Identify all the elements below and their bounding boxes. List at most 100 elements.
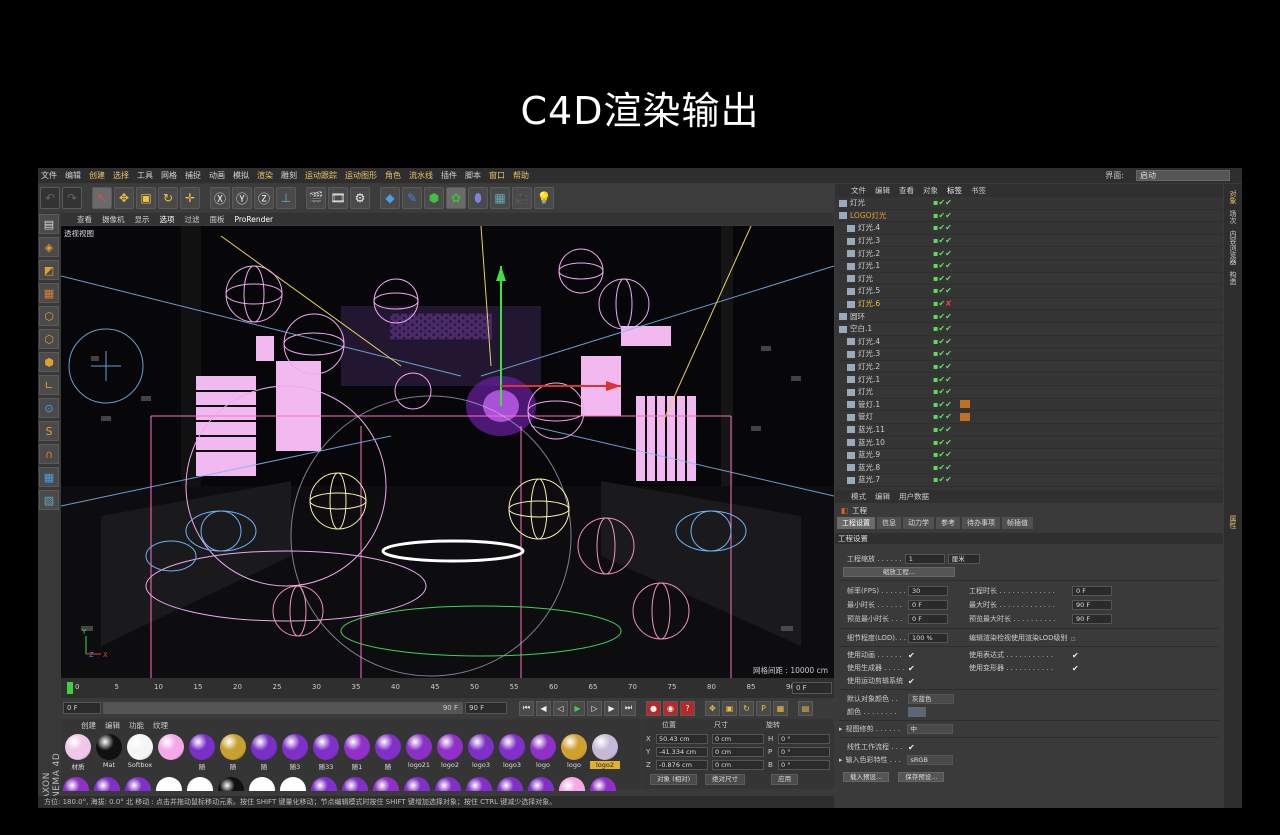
- object-menu-edit[interactable]: 编辑: [875, 185, 890, 196]
- menu-item-mesh[interactable]: 网格: [161, 170, 177, 181]
- scale-field[interactable]: 1: [904, 554, 945, 564]
- floor-icon[interactable]: ▦: [490, 187, 510, 209]
- material-preview[interactable]: [373, 777, 399, 791]
- material-item[interactable]: 随33: [311, 734, 341, 774]
- object-row[interactable]: 灯光.4 ▪✔✔: [839, 336, 1223, 349]
- attr-menu-edit[interactable]: 编辑: [875, 491, 890, 502]
- rotation-h-field[interactable]: 0 °: [778, 734, 830, 744]
- material-preview[interactable]: [404, 777, 430, 791]
- menu-item-animate[interactable]: 动画: [209, 170, 225, 181]
- visibility-checks[interactable]: ▪✔✔: [933, 387, 957, 396]
- key-parameter-icon[interactable]: P: [756, 700, 771, 716]
- material-item[interactable]: 随3: [280, 734, 310, 774]
- visibility-checks[interactable]: ▪✔✔: [933, 450, 957, 459]
- default-color-dropdown[interactable]: 灰蓝色: [908, 694, 954, 704]
- viewport-menu-camera[interactable]: 摄像机: [102, 214, 125, 225]
- object-row[interactable]: 灯光.1 ▪✔✔: [839, 373, 1223, 386]
- auto-key-icon[interactable]: ◉: [663, 700, 678, 716]
- object-row[interactable]: 蓝光.8 ▪✔✔: [839, 461, 1223, 475]
- visibility-checks[interactable]: ▪✔✔: [933, 198, 957, 207]
- material-item[interactable]: logo3: [497, 734, 527, 774]
- material-preview[interactable]: [280, 777, 306, 791]
- fps-field[interactable]: 30: [908, 586, 948, 596]
- start-frame-field[interactable]: 0 F: [63, 702, 101, 714]
- menu-item-script[interactable]: 脚本: [465, 170, 481, 181]
- object-row[interactable]: 空白.1 ▪✔✔: [839, 323, 1223, 336]
- edges-mode-icon[interactable]: ⬡: [39, 329, 59, 349]
- record-icon[interactable]: ●: [646, 700, 661, 716]
- pen-icon[interactable]: ✎: [402, 187, 422, 209]
- render-settings-icon[interactable]: ⚙: [350, 187, 370, 209]
- material-item[interactable]: logo21: [404, 734, 434, 774]
- prev-key-icon[interactable]: ◀: [536, 700, 551, 716]
- menu-item-motion-tracking[interactable]: 运动跟踪: [305, 170, 337, 181]
- light-icon[interactable]: 💡: [534, 187, 554, 209]
- menu-item-render[interactable]: 渲染: [257, 170, 273, 181]
- material-item[interactable]: logo: [528, 734, 558, 774]
- visibility-checks[interactable]: ▪✔✔: [933, 425, 957, 434]
- make-editable-icon[interactable]: ▤: [39, 214, 59, 234]
- x-axis-icon[interactable]: Ⓧ: [210, 187, 230, 209]
- tab-project-settings[interactable]: 工程设置: [837, 517, 875, 529]
- scale-icon[interactable]: ▣: [136, 187, 156, 209]
- viewport-menu-display[interactable]: 显示: [135, 214, 150, 225]
- menu-item-select[interactable]: 选择: [113, 170, 129, 181]
- preview-max-field[interactable]: 90 F: [1072, 614, 1112, 624]
- menu-item-tools[interactable]: 工具: [137, 170, 153, 181]
- material-item[interactable]: logo2: [590, 734, 620, 774]
- rotation-b-field[interactable]: 0 °: [778, 760, 830, 770]
- use-deformer-checkbox[interactable]: ✔: [1072, 664, 1079, 673]
- rotation-p-field[interactable]: 0 °: [778, 747, 830, 757]
- key-position-icon[interactable]: ✥: [705, 700, 720, 716]
- menu-item-help[interactable]: 帮助: [513, 170, 529, 181]
- object-menu-file[interactable]: 文件: [851, 185, 866, 196]
- visibility-checks[interactable]: ▪✔✔: [933, 400, 957, 409]
- playhead[interactable]: [67, 682, 73, 694]
- load-preset-button[interactable]: 载入预设...: [843, 772, 890, 782]
- project-time-field[interactable]: 0 F: [1072, 586, 1112, 596]
- timeline-window-icon[interactable]: ▤: [798, 700, 813, 716]
- keyframe-selection-icon[interactable]: ?: [680, 700, 695, 716]
- viewport-menu-options[interactable]: 选项: [160, 214, 175, 225]
- menu-item-file[interactable]: 文件: [41, 170, 57, 181]
- position-z-field[interactable]: -0.876 cm: [656, 760, 708, 770]
- object-menu-bookmarks[interactable]: 书签: [971, 185, 986, 196]
- material-preview[interactable]: [559, 777, 585, 791]
- tab-content-browser[interactable]: 内容浏览器: [1228, 230, 1238, 265]
- size-x-field[interactable]: 0 cm: [712, 734, 764, 744]
- material-menu-texture[interactable]: 纹理: [153, 720, 168, 731]
- material-preview[interactable]: [94, 777, 120, 791]
- visibility-checks[interactable]: ▪✔✔: [933, 362, 957, 371]
- workplane-icon[interactable]: ▦: [39, 283, 59, 303]
- redo-icon[interactable]: ↷: [62, 187, 82, 209]
- viewport-menu-panel[interactable]: 面板: [210, 214, 225, 225]
- object-row[interactable]: 蓝光.7 ▪✔✔: [839, 474, 1223, 487]
- tab-objects[interactable]: 对象: [1228, 190, 1238, 204]
- next-key-icon[interactable]: ▶: [604, 700, 619, 716]
- scale-project-button[interactable]: 缩放工程...: [843, 567, 955, 577]
- grid-lock-icon[interactable]: ▦: [39, 467, 59, 487]
- use-animation-checkbox[interactable]: ✔: [908, 651, 915, 660]
- model-mode-icon[interactable]: ◈: [39, 237, 59, 257]
- next-frame-icon[interactable]: ▷: [587, 700, 602, 716]
- tab-dynamics[interactable]: 动力学: [903, 517, 934, 529]
- view-clipping-dropdown[interactable]: 中: [906, 724, 953, 734]
- use-motion-checkbox[interactable]: ✔: [908, 677, 915, 686]
- live-select-icon[interactable]: ↖: [92, 187, 112, 209]
- input-color-dropdown[interactable]: sRGB: [906, 755, 953, 765]
- viewport-menu-view[interactable]: 查看: [77, 214, 92, 225]
- move-icon[interactable]: ✥: [114, 187, 134, 209]
- visibility-checks[interactable]: ▪✔✘: [933, 299, 957, 308]
- material-item[interactable]: 随1: [342, 734, 372, 774]
- visibility-checks[interactable]: ▪✔✔: [933, 463, 957, 472]
- visibility-checks[interactable]: ▪✔✔: [933, 375, 957, 384]
- material-preview[interactable]: [590, 777, 616, 791]
- material-preview[interactable]: [497, 777, 523, 791]
- menu-item-window[interactable]: 窗口: [489, 170, 505, 181]
- linear-workflow-checkbox[interactable]: ✔: [908, 743, 915, 752]
- key-scale-icon[interactable]: ▣: [722, 700, 737, 716]
- size-y-field[interactable]: 0 cm: [712, 747, 764, 757]
- rotate-icon[interactable]: ↻: [158, 187, 178, 209]
- visibility-checks[interactable]: ▪✔✔: [933, 438, 957, 447]
- material-menu-function[interactable]: 功能: [129, 720, 144, 731]
